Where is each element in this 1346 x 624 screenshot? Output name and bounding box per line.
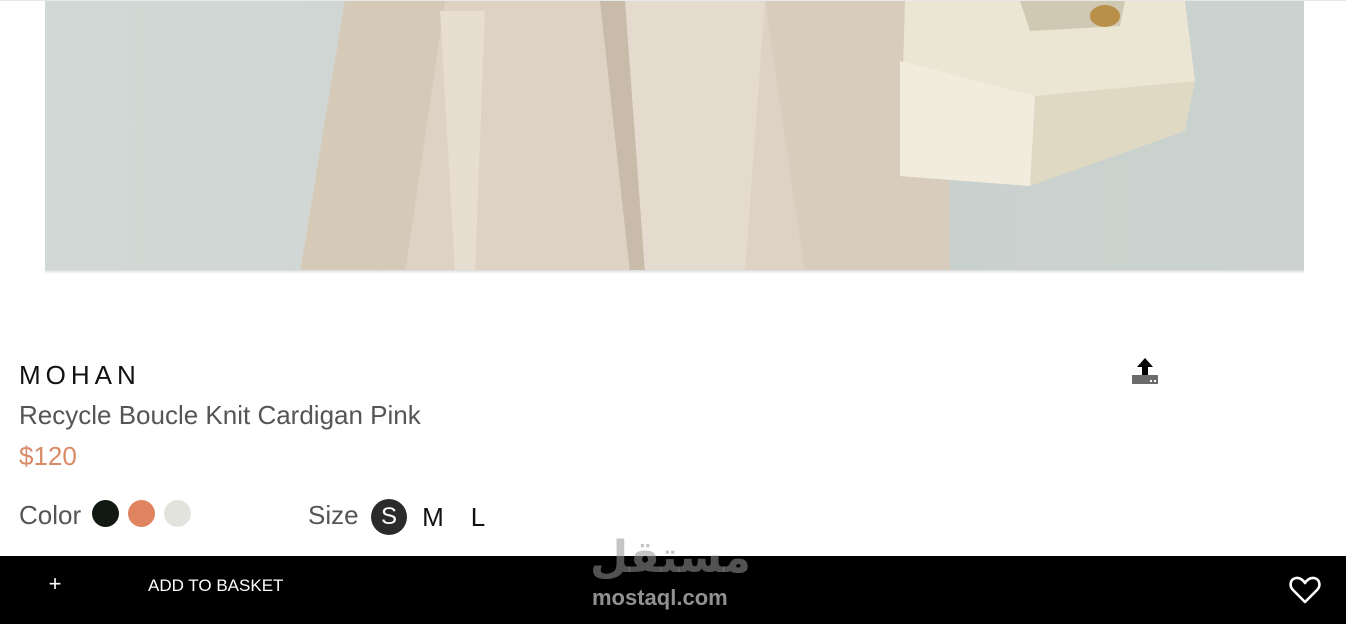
color-swatch-black[interactable] xyxy=(92,500,119,527)
product-photo-illustration xyxy=(300,1,1195,273)
product-price: $120 xyxy=(19,441,77,471)
product-title: Recycle Boucle Knit Cardigan Pink xyxy=(19,400,421,430)
add-to-basket-button[interactable]: ADD TO BASKET xyxy=(148,576,283,596)
size-option-l[interactable]: L xyxy=(460,499,496,535)
brand-name: MOHAN xyxy=(19,360,141,390)
size-option-s[interactable]: S xyxy=(371,499,407,535)
plus-button[interactable]: + xyxy=(44,572,66,596)
watermark-latin: mostaql.com xyxy=(592,585,728,610)
share-button[interactable] xyxy=(1130,356,1160,386)
favorite-button[interactable] xyxy=(1288,574,1322,606)
size-option-m[interactable]: M xyxy=(415,499,451,535)
upload-icon xyxy=(1132,358,1158,384)
color-swatch-coral[interactable] xyxy=(128,500,155,527)
image-bottom-shadow xyxy=(45,270,1304,274)
watermark-arabic: مستقل xyxy=(590,532,751,583)
product-image xyxy=(45,1,1304,273)
heart-icon xyxy=(1289,576,1321,604)
color-swatch-light-grey[interactable] xyxy=(164,500,191,527)
product-detail-page: MOHAN Recycle Boucle Knit Cardigan Pink … xyxy=(0,0,1346,624)
size-label: Size xyxy=(308,500,359,530)
color-label: Color xyxy=(19,500,82,530)
